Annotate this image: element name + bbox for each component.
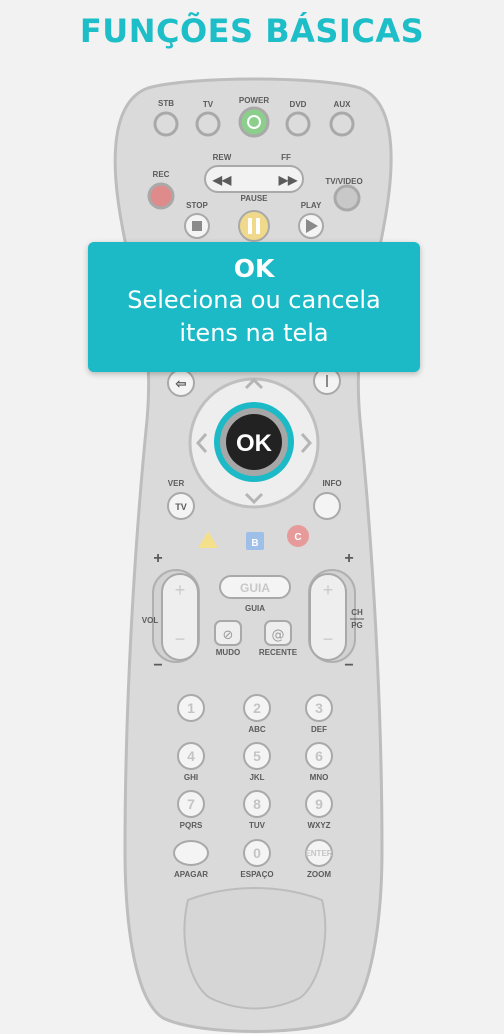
rec-label: REC bbox=[153, 170, 170, 179]
info-label: INFO bbox=[322, 479, 341, 488]
vol-label: VOL bbox=[142, 616, 159, 625]
dvd-button[interactable] bbox=[285, 111, 311, 137]
keypad-digit-label: 5 bbox=[253, 748, 261, 764]
rew-label: REW bbox=[213, 153, 232, 162]
ch-plus-label: + bbox=[344, 550, 353, 567]
keypad-button-apagar[interactable] bbox=[173, 840, 209, 866]
remote-control: STB TV POWER DVD AUX REW FF ◀◀ ▶▶ REC TV… bbox=[113, 77, 393, 1033]
keypad-sub-label: ABC bbox=[248, 725, 266, 734]
ok-button-label: OK bbox=[236, 430, 273, 457]
play-label: PLAY bbox=[301, 201, 322, 210]
aux-button[interactable] bbox=[329, 111, 355, 137]
keypad-sub-label: APAGAR bbox=[174, 870, 208, 879]
keypad-sub-label: JKL bbox=[249, 773, 264, 782]
tooltip-title: OK bbox=[233, 254, 275, 283]
ch-down-icon: − bbox=[323, 629, 334, 649]
keypad-sub-label: GHI bbox=[184, 773, 198, 782]
remote-bottom-panel bbox=[183, 887, 327, 1010]
vol-down-icon: − bbox=[175, 629, 186, 649]
ch-up-icon: + bbox=[323, 580, 334, 600]
ver-label: VER bbox=[168, 479, 185, 488]
ver-tv-label: TV bbox=[175, 502, 187, 512]
rewind-icon: ◀◀ bbox=[212, 173, 232, 187]
keypad-digit-label: 4 bbox=[187, 748, 195, 764]
tooltip-description-line1: Seleciona ou cancela bbox=[127, 286, 381, 314]
power-label: POWER bbox=[239, 96, 269, 105]
vol-plus-label: + bbox=[153, 550, 162, 567]
guia-label: GUIA bbox=[245, 604, 265, 613]
ok-tooltip: OK Seleciona ou cancela itens na tela bbox=[88, 242, 420, 372]
aux-label: AUX bbox=[334, 100, 352, 109]
keypad-sub-label: MNO bbox=[310, 773, 329, 782]
stop-icon bbox=[192, 221, 202, 231]
keypad-digit-label: 1 bbox=[187, 700, 195, 716]
keypad-digit-label: 0 bbox=[253, 845, 261, 861]
stop-label: STOP bbox=[186, 201, 208, 210]
stb-button[interactable] bbox=[153, 111, 179, 137]
tvvideo-label: TV/VIDEO bbox=[325, 177, 362, 186]
b-label: B bbox=[251, 538, 258, 549]
keypad-digit-label: ENTER bbox=[305, 849, 332, 858]
mudo-label: MUDO bbox=[216, 648, 240, 657]
vol-minus-label: − bbox=[153, 657, 162, 674]
pause-label: PAUSE bbox=[241, 194, 269, 203]
recente-label: RECENTE bbox=[259, 648, 298, 657]
pause-icon-bar bbox=[256, 218, 260, 234]
dvd-label: DVD bbox=[290, 100, 307, 109]
vol-up-icon: + bbox=[175, 580, 186, 600]
ch-label: CH bbox=[351, 608, 363, 617]
keypad-sub-label: DEF bbox=[311, 725, 327, 734]
back-arrow-icon: ⇦ bbox=[175, 376, 187, 391]
pause-button[interactable] bbox=[238, 210, 270, 242]
c-label: C bbox=[294, 532, 301, 543]
keypad-digit-label: 8 bbox=[253, 796, 261, 812]
info-button[interactable] bbox=[313, 492, 341, 520]
rec-button[interactable] bbox=[147, 182, 175, 210]
keypad-sub-label: ESPAÇO bbox=[240, 870, 273, 879]
tv-mode-button[interactable] bbox=[195, 111, 221, 137]
keypad-sub-label: ZOOM bbox=[307, 870, 331, 879]
keypad-sub-label: PQRS bbox=[180, 821, 203, 830]
pause-icon bbox=[248, 218, 252, 234]
keypad-sub-label: WXYZ bbox=[307, 821, 330, 830]
tooltip-description-line2: itens na tela bbox=[179, 319, 329, 347]
keypad-sub-label: TUV bbox=[249, 821, 266, 830]
keypad-digit-label: 6 bbox=[315, 748, 323, 764]
power-button[interactable] bbox=[238, 106, 270, 138]
tv-mode-label: TV bbox=[203, 100, 214, 109]
ch-minus-label: − bbox=[344, 657, 353, 674]
ff-label: FF bbox=[281, 153, 291, 162]
mute-speaker-icon: ⊘ bbox=[223, 628, 234, 643]
keypad-digit-label: 3 bbox=[315, 700, 323, 716]
stb-label: STB bbox=[158, 99, 174, 108]
fast-forward-icon: ▶▶ bbox=[278, 173, 298, 187]
keypad-digit-label: 9 bbox=[315, 796, 323, 812]
recent-spiral-icon: @ bbox=[272, 628, 285, 643]
tvvideo-button[interactable] bbox=[333, 184, 361, 212]
guia-button-label: GUIA bbox=[240, 581, 270, 595]
info-i-icon bbox=[326, 375, 328, 387]
keypad-digit-label: 7 bbox=[187, 796, 195, 812]
keypad-digit-label: 2 bbox=[253, 700, 261, 716]
pg-label: PG bbox=[351, 621, 363, 630]
